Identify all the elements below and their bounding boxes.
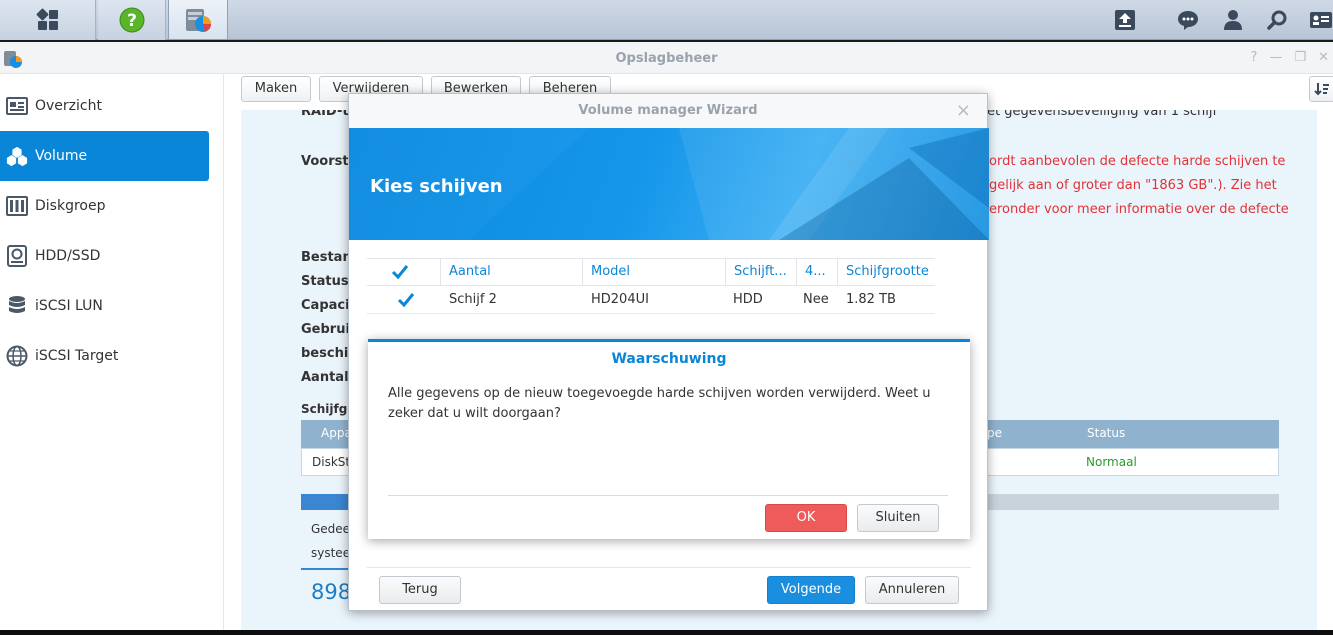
sort-button[interactable] bbox=[1309, 76, 1333, 102]
user-button[interactable] bbox=[1213, 0, 1253, 40]
disk-size-cell: 1.82 TB bbox=[846, 292, 896, 307]
user-icon bbox=[1224, 10, 1242, 30]
bottom-edge bbox=[0, 630, 1333, 635]
raid-label: RAID-t bbox=[301, 110, 349, 119]
upload-icon bbox=[1115, 10, 1135, 30]
sidebar-item-volume[interactable]: Volume bbox=[0, 131, 209, 181]
window-app-icon bbox=[4, 51, 22, 68]
overview-icon bbox=[6, 95, 28, 117]
volume-cubes-icon bbox=[6, 145, 28, 167]
warning-text-line1: ordt aanbevolen de defecte harde schijve… bbox=[989, 154, 1286, 169]
disk-model-cell: HD204UI bbox=[591, 292, 649, 307]
ok-button[interactable]: OK bbox=[765, 504, 847, 532]
create-button[interactable]: Maken bbox=[241, 76, 311, 102]
wizard-title: Volume manager Wizard bbox=[349, 94, 987, 128]
chat-bubble-icon bbox=[1178, 11, 1198, 30]
wizard-banner: Kies schijven bbox=[349, 128, 989, 240]
status-cell: Normaal bbox=[1086, 455, 1137, 469]
notifications-button[interactable] bbox=[1168, 0, 1208, 40]
device-cell: DiskSt bbox=[312, 455, 351, 469]
warning-message: Alle gegevens op de nieuw toegevoegde ha… bbox=[388, 386, 931, 421]
wizard-footer-divider bbox=[367, 567, 971, 568]
help-window-icon[interactable]: ? bbox=[1251, 50, 1258, 65]
sidebar: Overzicht Volume Diskgroep HDD/SSD iSCSI… bbox=[0, 74, 224, 630]
widgets-button[interactable] bbox=[1301, 0, 1333, 40]
minimize-icon[interactable]: — bbox=[1269, 50, 1282, 65]
window-controls: ? — ❐ ✕ bbox=[1251, 50, 1329, 65]
wizard-close-icon[interactable]: × bbox=[956, 100, 971, 121]
checkmark-icon bbox=[397, 293, 415, 308]
column-model[interactable]: Model bbox=[583, 258, 726, 286]
window-title: Opslagbeheer bbox=[615, 51, 718, 66]
sidebar-item-diskgroup[interactable]: Diskgroep bbox=[0, 181, 209, 231]
sidebar-item-label: HDD/SSD bbox=[35, 248, 101, 264]
main-menu-button[interactable] bbox=[0, 0, 96, 40]
sidebar-item-iscsi-target[interactable]: iSCSI Target bbox=[0, 331, 209, 381]
sidebar-item-label: Diskgroep bbox=[35, 198, 106, 214]
column-type: pe bbox=[987, 426, 1002, 440]
storage-manager-app-button[interactable] bbox=[168, 0, 228, 40]
hdd-icon bbox=[6, 245, 28, 267]
row-checkbox[interactable] bbox=[391, 288, 415, 312]
diskgroup-icon bbox=[6, 195, 28, 217]
search-button[interactable] bbox=[1257, 0, 1297, 40]
select-all-checkbox[interactable] bbox=[367, 258, 441, 286]
window-title-bar: Opslagbeheer bbox=[0, 42, 1333, 74]
sort-icon bbox=[1314, 83, 1329, 96]
sidebar-item-label: Volume bbox=[35, 148, 88, 164]
search-icon bbox=[1267, 10, 1287, 30]
sidebar-item-hdd-ssd[interactable]: HDD/SSD bbox=[0, 231, 209, 281]
disk-number-cell: Schijf 2 bbox=[449, 292, 497, 307]
shared-text-line2: systee bbox=[311, 546, 351, 560]
sidebar-item-iscsi-lun[interactable]: iSCSI LUN bbox=[0, 281, 209, 331]
sidebar-item-label: Overzicht bbox=[35, 98, 102, 114]
warning-text-line3: eronder voor meer informatie over de def… bbox=[989, 202, 1289, 217]
close-icon[interactable]: ✕ bbox=[1318, 50, 1329, 65]
cancel-button[interactable]: Annuleren bbox=[865, 576, 959, 604]
upload-button[interactable] bbox=[1105, 0, 1145, 40]
main-menu-icon bbox=[36, 8, 58, 30]
id-card-icon bbox=[1310, 12, 1332, 28]
globe-icon bbox=[6, 345, 28, 367]
warning-title: Waarschuwing bbox=[611, 351, 727, 367]
status-label: Status bbox=[301, 274, 349, 289]
column-disk-size[interactable]: Schijfgrootte bbox=[838, 258, 935, 286]
column-status: Status bbox=[1087, 426, 1126, 440]
taskbar: ? bbox=[0, 0, 1333, 40]
storage-manager-icon bbox=[186, 8, 211, 32]
sidebar-item-label: iSCSI LUN bbox=[35, 298, 103, 314]
svg-text:?: ? bbox=[127, 11, 137, 31]
disk-type-cell: HDD bbox=[733, 292, 763, 307]
column-disk-type[interactable]: Schijft... bbox=[726, 258, 797, 286]
wizard-heading: Kies schijven bbox=[370, 176, 503, 197]
disk-4k-cell: Nee bbox=[803, 292, 829, 307]
shared-text-line1: Gedee bbox=[311, 522, 351, 536]
size-number: 898 bbox=[311, 580, 352, 604]
column-number[interactable]: Aantal bbox=[441, 258, 583, 286]
database-icon bbox=[6, 295, 28, 317]
column-4k[interactable]: 4... bbox=[797, 258, 838, 286]
back-button[interactable]: Terug bbox=[379, 576, 461, 604]
count-label: Aantal bbox=[301, 370, 349, 385]
help-app-button[interactable]: ? bbox=[98, 0, 166, 40]
warning-dialog: Waarschuwing Alle gegevens op de nieuw t… bbox=[368, 339, 970, 539]
sidebar-item-label: iSCSI Target bbox=[35, 348, 119, 364]
help-icon: ? bbox=[119, 7, 144, 33]
warning-divider bbox=[388, 495, 948, 496]
protection-text: et gegevensbeveiliging van 1 schijf bbox=[987, 110, 1218, 119]
checkmark-icon bbox=[391, 265, 409, 280]
next-button[interactable]: Volgende bbox=[767, 576, 855, 604]
close-button[interactable]: Sluiten bbox=[857, 504, 939, 532]
sidebar-item-overview[interactable]: Overzicht bbox=[0, 81, 209, 131]
warning-text-line2: gelijk aan of groter dan "1863 GB".). Zi… bbox=[989, 178, 1277, 193]
restore-icon[interactable]: ❐ bbox=[1294, 50, 1306, 65]
